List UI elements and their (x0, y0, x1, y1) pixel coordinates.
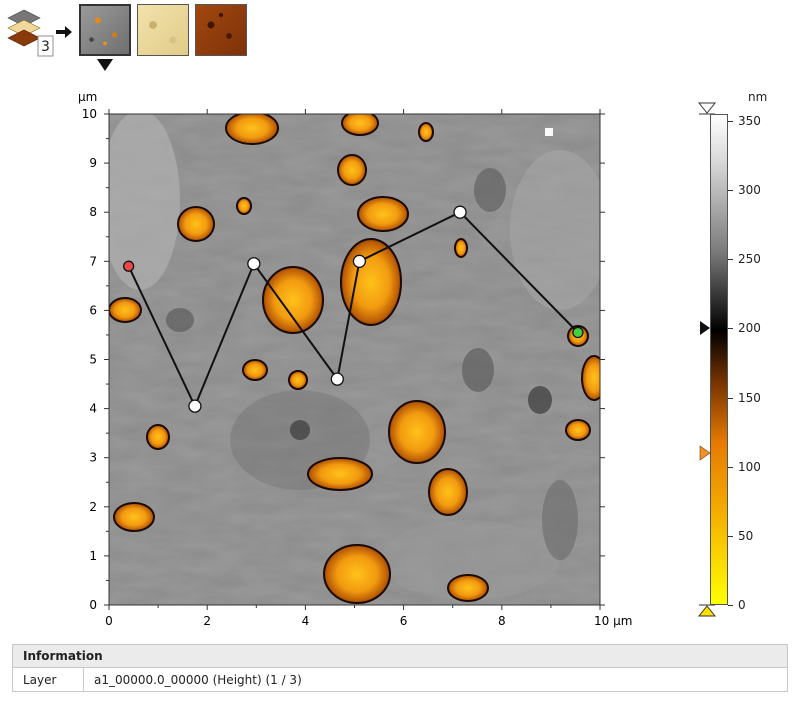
profile-vertex-handle[interactable] (330, 372, 344, 386)
colorbar-tick-mark (728, 535, 733, 537)
colorbar-tick-mark (728, 190, 733, 192)
colorbar-tick-label: 300 (738, 183, 761, 198)
height-map-image (109, 114, 600, 605)
colorbar-tick-mark (728, 328, 733, 330)
profile-vertex-handle[interactable] (188, 399, 202, 413)
information-panel-title: Information (13, 645, 787, 668)
colorbar-tick-label: 350 (738, 113, 761, 128)
y-tick-label: 9 (89, 156, 97, 170)
colorbar-upper-marker-icon[interactable] (698, 320, 712, 336)
y-tick-label: 2 (89, 500, 97, 514)
profile-end-handle[interactable] (572, 326, 584, 339)
colorbar-tick-label: 150 (738, 390, 761, 405)
y-tick-label: 0 (89, 598, 97, 612)
info-row-layer: Layer a1_00000.0_00000 (Height) (1 / 3) (13, 668, 787, 692)
y-axis-unit: µm (78, 90, 97, 104)
colorbar-tick-mark (728, 466, 733, 468)
profile-vertex-handle[interactable] (453, 205, 467, 219)
y-tick-label: 5 (89, 353, 97, 367)
profile-vertex-handle[interactable] (247, 257, 261, 271)
x-tick-label: 0 (105, 614, 113, 628)
colorbar-tick-label: 50 (738, 528, 754, 543)
colorbar-tick-mark (728, 120, 733, 122)
y-tick-label: 4 (89, 402, 97, 416)
afm-height-plot[interactable]: 0 2 4 6 8 10 µm 0 1 2 3 4 5 6 7 8 9 10 µm (0, 0, 800, 640)
colorbar-tick-mark (728, 397, 733, 399)
information-panel: Information Layer a1_00000.0_00000 (Heig… (12, 644, 788, 692)
y-tick-label: 8 (89, 205, 97, 219)
y-tick-label: 1 (89, 549, 97, 563)
y-tick-label: 7 (89, 254, 97, 268)
profile-vertex-handle[interactable] (352, 254, 367, 268)
y-tick-label: 3 (89, 451, 97, 465)
colorbar (710, 114, 728, 605)
x-tick-label: 6 (400, 614, 408, 628)
colorbar-bottom-handle-icon[interactable] (697, 603, 719, 617)
y-tick-label: 10 (82, 107, 97, 121)
colorbar-tick-mark (728, 259, 733, 261)
x-tick-label: 4 (302, 614, 310, 628)
colorbar-tick-label: 200 (738, 321, 761, 336)
colorbar-lower-marker-icon[interactable] (698, 445, 712, 461)
x-tick-label: 10 µm (594, 614, 632, 628)
colorbar-tick-label: 250 (738, 252, 761, 267)
colorbar-unit: nm (748, 90, 768, 104)
info-key: Layer (13, 668, 84, 692)
x-tick-label: 2 (203, 614, 211, 628)
profile-start-handle[interactable] (122, 260, 135, 272)
info-value: a1_00000.0_00000 (Height) (1 / 3) (94, 673, 302, 687)
x-tick-label: 8 (498, 614, 506, 628)
colorbar-tick-mark (728, 605, 733, 606)
colorbar-tick-label: 0 (738, 598, 746, 612)
colorbar-tick-label: 100 (738, 459, 761, 474)
y-tick-label: 6 (89, 303, 97, 317)
